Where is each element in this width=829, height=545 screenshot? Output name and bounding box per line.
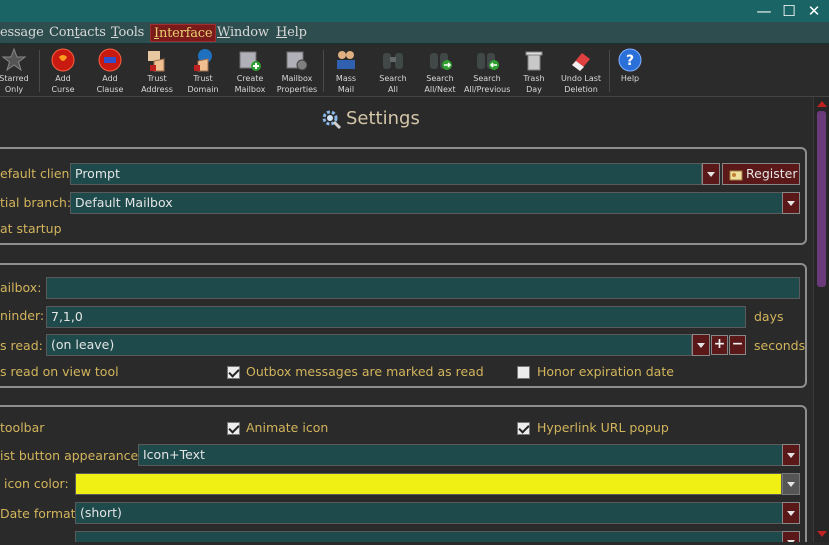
register-button[interactable]: Register — [722, 163, 800, 185]
menu-bar: essage Contacts Tools Interface Window H… — [0, 22, 829, 44]
settings-gear-icon — [320, 108, 342, 130]
next-setting-select[interactable] — [75, 531, 783, 542]
initial-branch-label: tial branch: — [0, 194, 71, 212]
settings-panel: Settings efault client: Prompt Register … — [0, 97, 813, 542]
add-clause-button[interactable]: AddClause — [87, 47, 133, 95]
view-tool-label: s read on view tool — [0, 363, 119, 381]
startup-label: at startup — [0, 220, 62, 238]
menu-window[interactable]: Window — [214, 24, 272, 42]
default-client-dropdown-button[interactable] — [702, 163, 720, 185]
default-client-label: efault client: — [0, 165, 79, 183]
icon-color-field[interactable] — [75, 473, 782, 495]
close-button[interactable]: ✕ — [804, 1, 824, 21]
svg-text:?: ? — [626, 53, 634, 69]
list-button-appearance-dropdown-button[interactable] — [782, 444, 800, 466]
date-format-label: Date format: — [0, 505, 80, 523]
trash-day-button[interactable]: TrashDay — [511, 47, 557, 95]
maximize-button[interactable]: ☐ — [779, 1, 799, 21]
list-button-appearance-select[interactable]: Icon+Text — [138, 444, 783, 466]
mass-mail-icon — [333, 47, 359, 73]
mass-mail-button[interactable]: MassMail — [323, 47, 369, 95]
mailbox-properties-button[interactable]: MailboxProperties — [274, 47, 320, 95]
reminder-unit: days — [754, 308, 784, 326]
menu-contacts[interactable]: Contacts — [46, 24, 109, 42]
starred-only-button[interactable]: StarredOnly — [0, 47, 37, 95]
trash-icon — [521, 47, 547, 73]
menu-interface[interactable]: Interface — [150, 24, 216, 42]
hyperlink-popup-checkbox[interactable] — [517, 422, 530, 435]
create-mailbox-button[interactable]: CreateMailbox — [227, 47, 273, 95]
animate-icon-checkbox[interactable] — [227, 422, 240, 435]
scrollbar-thumb[interactable] — [817, 111, 826, 287]
mailbox-label: ailbox: — [0, 279, 41, 297]
icon-color-label: icon color: — [4, 475, 69, 493]
initial-branch-dropdown-button[interactable] — [782, 192, 800, 214]
icon-color-dropdown-button[interactable] — [782, 473, 800, 495]
eraser-icon — [568, 47, 594, 73]
star-icon — [1, 47, 27, 73]
date-format-dropdown-button[interactable] — [782, 502, 800, 524]
scroll-up-arrow-icon[interactable] — [817, 101, 827, 107]
reminder-label: ninder: — [0, 307, 44, 325]
honor-expiration-checkbox[interactable] — [517, 366, 530, 379]
vertical-scrollbar[interactable] — [813, 97, 829, 542]
trust-address-icon — [144, 47, 170, 73]
outbox-read-label: Outbox messages are marked as read — [246, 363, 484, 381]
toolbar-label: toolbar — [0, 419, 44, 437]
hyperlink-popup-label: Hyperlink URL popup — [537, 419, 669, 437]
read-delay-decrement-button[interactable]: − — [729, 335, 746, 355]
trust-domain-button[interactable]: TrustDomain — [180, 47, 226, 95]
binoculars-icon — [380, 47, 406, 73]
create-mailbox-icon — [237, 47, 263, 73]
add-curse-button[interactable]: AddCurse — [40, 47, 86, 95]
initial-branch-select[interactable]: Default Mailbox — [70, 192, 783, 214]
read-delay-select[interactable]: (on leave) — [46, 334, 692, 356]
toolbar: StarredOnly AddCurse AddClause TrustAddr… — [0, 45, 829, 97]
help-button[interactable]: ? Help — [607, 47, 653, 84]
register-icon — [729, 169, 743, 181]
read-delay-dropdown-button[interactable] — [692, 334, 710, 356]
trust-address-button[interactable]: TrustAddress — [134, 47, 180, 95]
menu-tools[interactable]: Tools — [108, 24, 147, 42]
title-bar: — ☐ ✕ — [0, 0, 829, 22]
menu-message[interactable]: essage — [0, 24, 47, 42]
search-next-icon — [427, 47, 453, 73]
read-delay-unit: seconds — [754, 337, 805, 355]
search-previous-icon — [474, 47, 500, 73]
read-delay-label: s read: — [0, 337, 43, 355]
minimize-button[interactable]: — — [754, 1, 774, 21]
search-all-next-button[interactable]: SearchAll/Next — [417, 47, 463, 95]
help-icon: ? — [617, 47, 643, 73]
undo-last-deletion-button[interactable]: Undo LastDeletion — [558, 47, 604, 95]
outbox-read-checkbox[interactable] — [227, 366, 240, 379]
default-client-select[interactable]: Prompt — [70, 163, 702, 185]
next-setting-dropdown-button[interactable] — [782, 531, 800, 542]
curse-icon — [50, 47, 76, 73]
menu-help[interactable]: Help — [273, 24, 310, 42]
mailbox-input[interactable] — [46, 277, 800, 299]
read-delay-increment-button[interactable]: + — [711, 335, 728, 355]
clause-icon — [97, 47, 123, 73]
page-title: Settings — [320, 107, 420, 131]
reminder-input[interactable]: 7,1,0 — [46, 306, 746, 328]
scroll-down-arrow-icon[interactable] — [817, 531, 827, 537]
search-all-previous-button[interactable]: SearchAll/Previous — [464, 47, 510, 95]
trust-domain-icon — [190, 47, 216, 73]
honor-expiration-label: Honor expiration date — [537, 363, 674, 381]
date-format-select[interactable]: (short) — [75, 502, 783, 524]
mailbox-properties-icon — [284, 47, 310, 73]
animate-icon-label: Animate icon — [246, 419, 328, 437]
search-all-button[interactable]: SearchAll — [370, 47, 416, 95]
list-button-appearance-label: ist button appearance: — [0, 447, 142, 465]
